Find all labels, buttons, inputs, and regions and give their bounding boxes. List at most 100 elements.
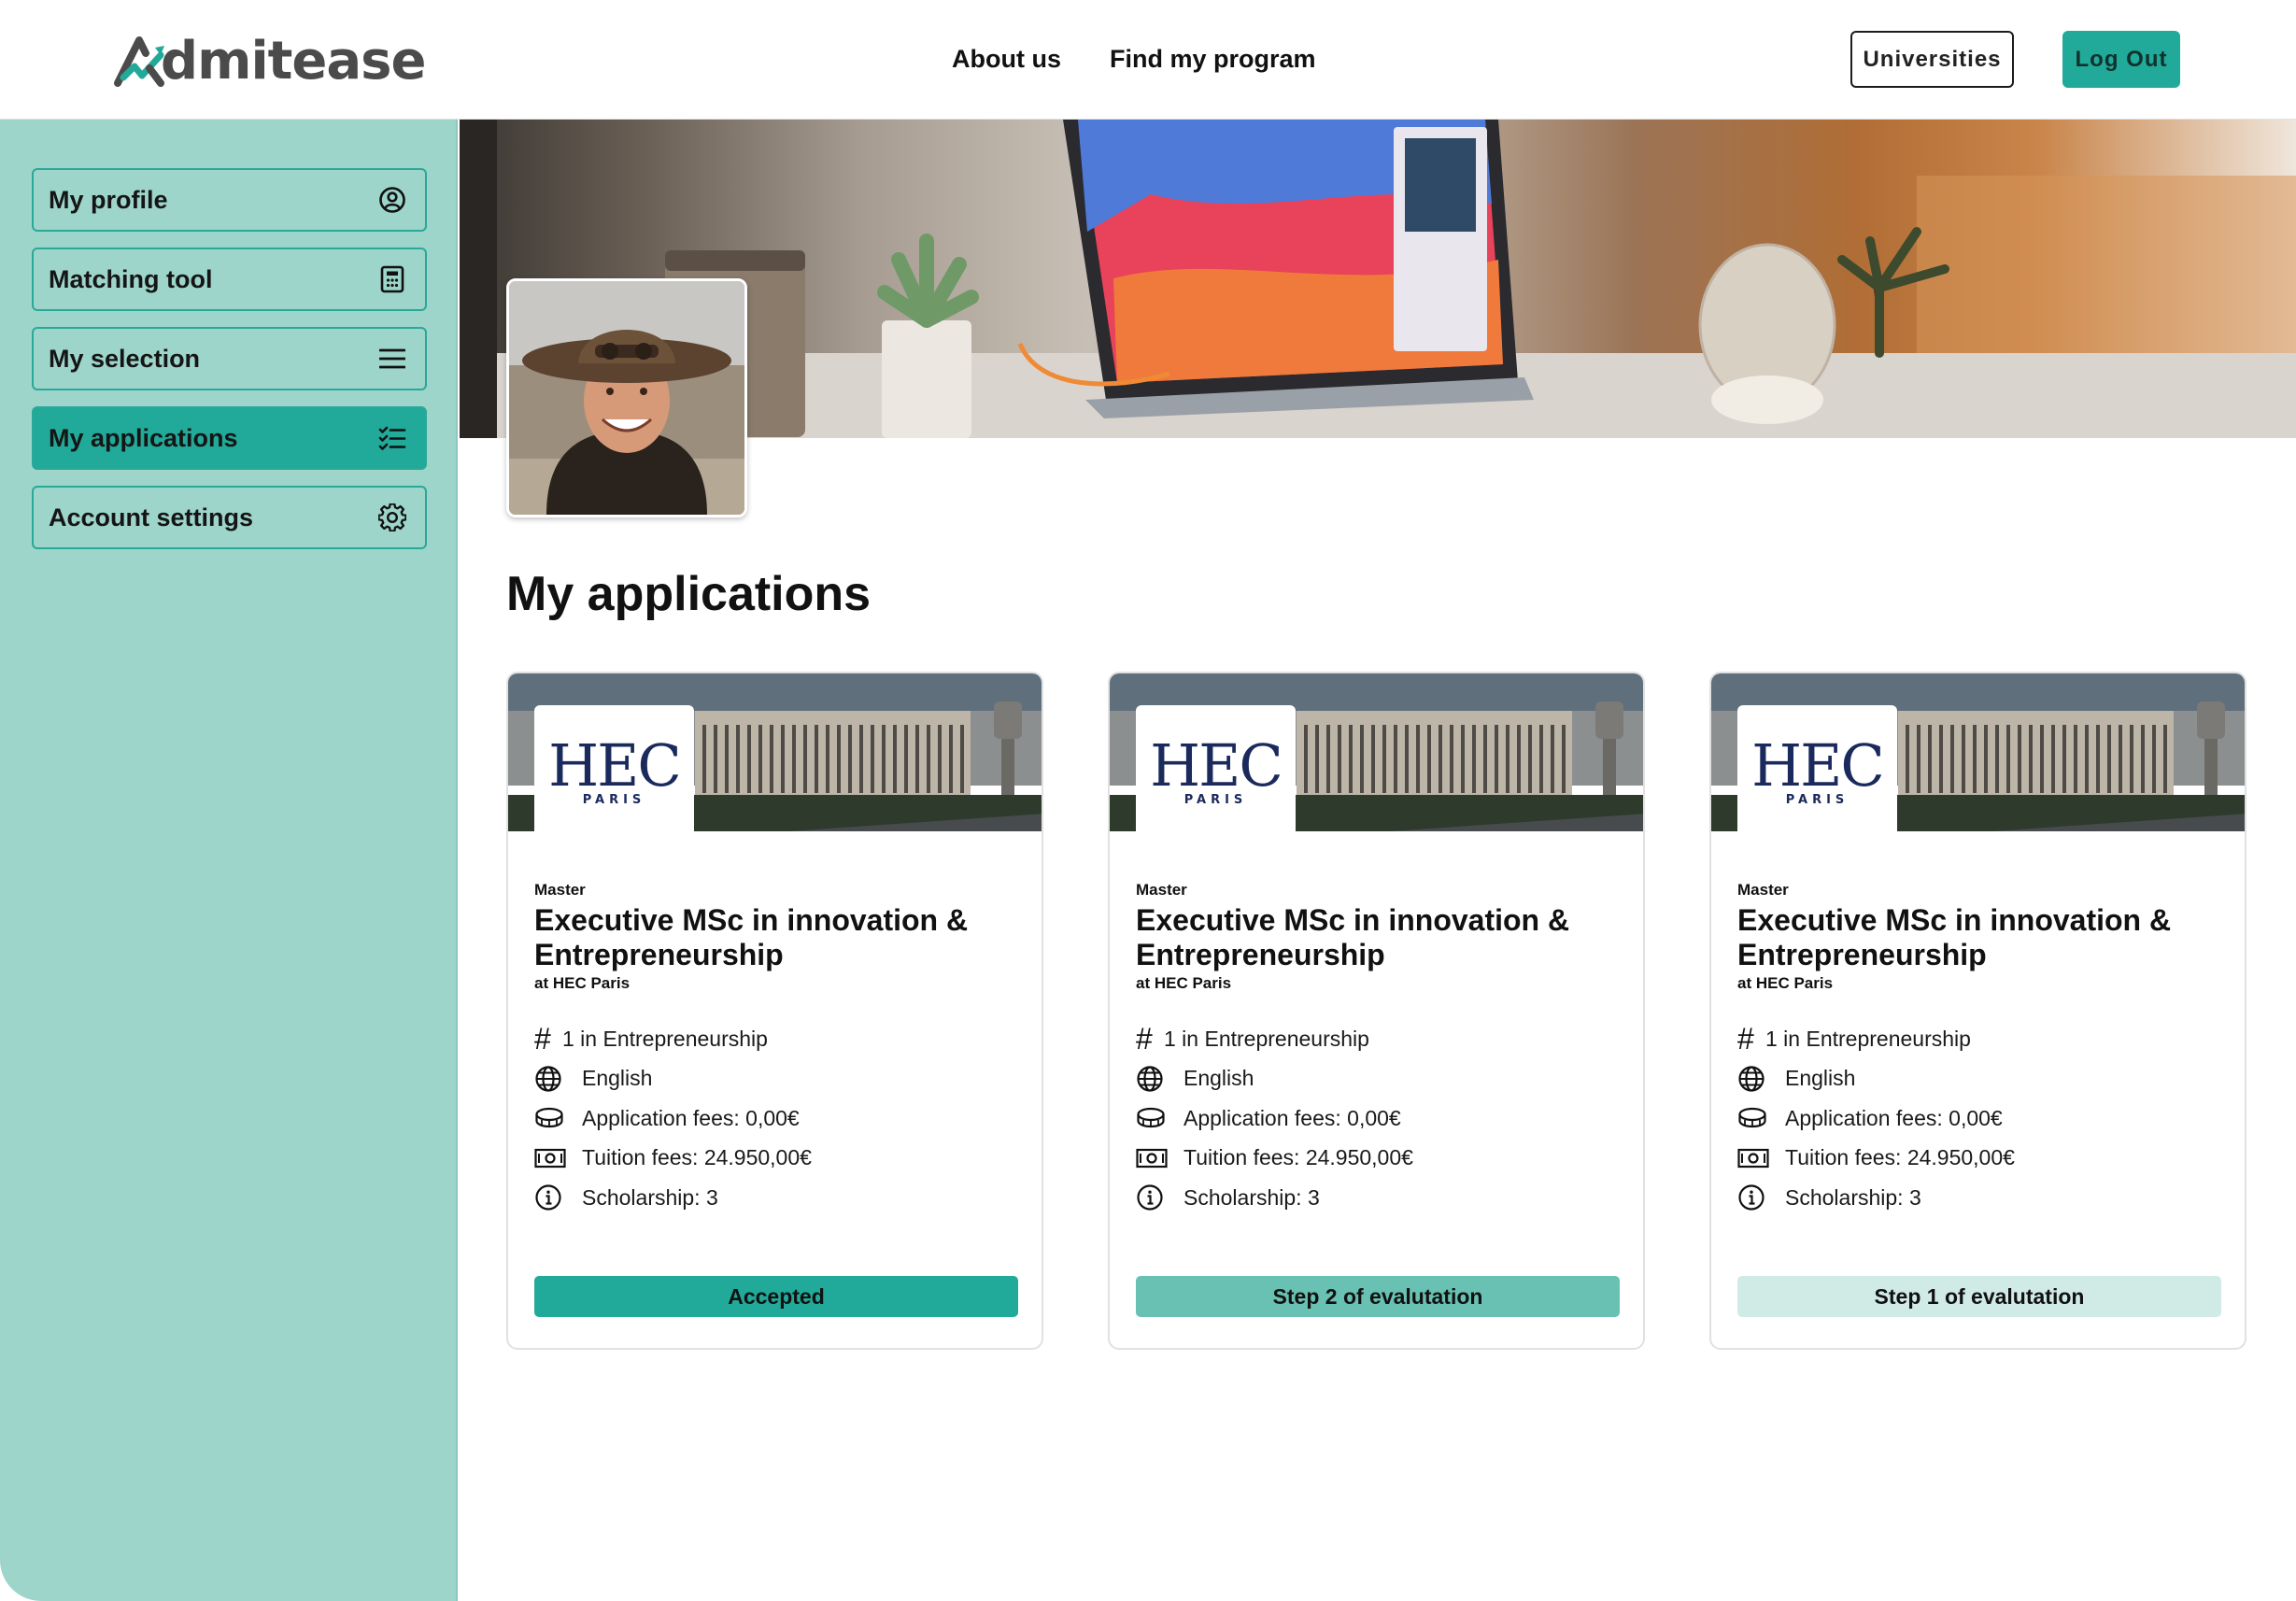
fact-ranking: # 1 in Entrepreneurship <box>1136 1019 1619 1059</box>
gear-icon <box>376 502 408 533</box>
globe-icon <box>534 1063 566 1095</box>
sidebar-item-my-applications[interactable]: My applications <box>32 406 427 470</box>
globe-icon <box>1737 1063 1769 1095</box>
ranking-text: 1 in Entrepreneurship <box>562 1026 768 1051</box>
program-title: Executive MSc in innovation & Entreprene… <box>1136 903 1570 971</box>
profile-photo <box>509 281 744 515</box>
application-fees-text: Application fees: 0,00€ <box>1183 1105 1401 1130</box>
profile-avatar[interactable] <box>506 278 747 517</box>
sidebar-item-label: My applications <box>49 423 238 452</box>
application-status-badge: Step 1 of evalutation <box>1737 1276 2221 1317</box>
main-nav: About us Find my program <box>952 45 1316 74</box>
program-facts: # 1 in Entrepreneurship English Applicat… <box>1136 1019 1619 1218</box>
banknote-icon <box>1136 1142 1168 1174</box>
checklist-icon <box>376 422 408 454</box>
degree-type: Master <box>534 881 586 899</box>
hec-logo-text: HEC <box>548 731 682 800</box>
page-title: My applications <box>506 567 872 621</box>
sidebar-item-my-selection[interactable]: My selection <box>32 327 427 390</box>
program-title: Executive MSc in innovation & Entreprene… <box>1737 903 2172 971</box>
hashtag-icon: # <box>1737 1021 1754 1056</box>
school-cover-image: HEC PARIS <box>508 673 1042 831</box>
hashtag-icon: # <box>1136 1021 1153 1056</box>
degree-type: Master <box>1737 881 1789 899</box>
coins-icon <box>534 1102 566 1134</box>
fact-ranking: # 1 in Entrepreneurship <box>1737 1019 2220 1059</box>
ranking-text: 1 in Entrepreneurship <box>1765 1026 1971 1051</box>
application-status-badge: Accepted <box>534 1276 1018 1317</box>
fact-tuition-fees: Tuition fees: 24.950,00€ <box>1136 1139 1619 1179</box>
fact-language: English <box>534 1059 1017 1099</box>
application-fees-text: Application fees: 0,00€ <box>582 1105 800 1130</box>
language-text: English <box>582 1066 653 1091</box>
fact-ranking: # 1 in Entrepreneurship <box>534 1019 1017 1059</box>
program-facts: # 1 in Entrepreneurship English Applicat… <box>1737 1019 2220 1218</box>
fact-language: English <box>1136 1059 1619 1099</box>
application-card[interactable]: HEC PARIS Master Executive MSc in innova… <box>1709 672 2246 1350</box>
language-text: English <box>1785 1066 1856 1091</box>
fact-application-fees: Application fees: 0,00€ <box>1737 1098 2220 1139</box>
hec-paris-logo: HEC PARIS <box>1737 705 1897 831</box>
fact-scholarship: Scholarship: 3 <box>1737 1178 2220 1218</box>
nav-link-about-us[interactable]: About us <box>952 45 1061 74</box>
scholarship-text: Scholarship: 3 <box>1183 1184 1320 1210</box>
info-icon <box>1136 1182 1168 1213</box>
school-cover-image: HEC PARIS <box>1711 673 2245 831</box>
scholarship-text: Scholarship: 3 <box>582 1184 718 1210</box>
hec-paris-logo: HEC PARIS <box>1136 705 1296 831</box>
sidebar-item-my-profile[interactable]: My profile <box>32 168 427 232</box>
fact-scholarship: Scholarship: 3 <box>534 1178 1017 1218</box>
school-cover-image: HEC PARIS <box>1110 673 1643 831</box>
nav-link-find-my-program[interactable]: Find my program <box>1110 45 1316 74</box>
info-icon <box>534 1182 566 1213</box>
school-name: at HEC Paris <box>1136 974 1232 992</box>
sidebar-item-account-settings[interactable]: Account settings <box>32 486 427 549</box>
sidebar-item-matching-tool[interactable]: Matching tool <box>32 248 427 311</box>
hashtag-icon: # <box>534 1021 551 1056</box>
application-card[interactable]: HEC PARIS Master Executive MSc in innova… <box>1108 672 1645 1350</box>
tuition-fees-text: Tuition fees: 24.950,00€ <box>582 1145 812 1170</box>
program-title: Executive MSc in innovation & Entreprene… <box>534 903 969 971</box>
info-icon <box>1737 1182 1769 1213</box>
program-facts: # 1 in Entrepreneurship English Applicat… <box>534 1019 1017 1218</box>
sidebar-item-label: Account settings <box>49 503 254 531</box>
fact-language: English <box>1737 1059 2220 1099</box>
fact-application-fees: Application fees: 0,00€ <box>534 1098 1017 1139</box>
language-text: English <box>1183 1066 1254 1091</box>
logo-wordmark: dmitease <box>161 30 426 92</box>
school-name: at HEC Paris <box>1737 974 1834 992</box>
tuition-fees-text: Tuition fees: 24.950,00€ <box>1785 1145 2015 1170</box>
coins-icon <box>1136 1102 1168 1134</box>
top-navbar: dmitease About us Find my program Univer… <box>0 0 2296 120</box>
menu-lines-icon <box>376 343 408 375</box>
degree-type: Master <box>1136 881 1187 899</box>
admitease-logo[interactable]: dmitease <box>114 28 426 93</box>
fact-tuition-fees: Tuition fees: 24.950,00€ <box>534 1139 1017 1179</box>
hec-paris-logo: HEC PARIS <box>534 705 694 831</box>
admitease-logo-mark-icon <box>114 36 164 87</box>
school-name: at HEC Paris <box>534 974 631 992</box>
banknote-icon <box>534 1142 566 1174</box>
ranking-text: 1 in Entrepreneurship <box>1164 1026 1369 1051</box>
fact-application-fees: Application fees: 0,00€ <box>1136 1098 1619 1139</box>
log-out-button[interactable]: Log Out <box>2062 31 2180 88</box>
fact-tuition-fees: Tuition fees: 24.950,00€ <box>1737 1139 2220 1179</box>
tuition-fees-text: Tuition fees: 24.950,00€ <box>1183 1145 1413 1170</box>
application-card[interactable]: HEC PARIS Master Executive MSc in innova… <box>506 672 1043 1350</box>
sidebar-item-label: Matching tool <box>49 264 213 293</box>
fact-scholarship: Scholarship: 3 <box>1136 1178 1619 1218</box>
globe-icon <box>1136 1063 1168 1095</box>
sidebar-item-label: My selection <box>49 344 201 373</box>
coins-icon <box>1737 1102 1769 1134</box>
banknote-icon <box>1737 1142 1769 1174</box>
calculator-icon <box>376 263 408 295</box>
scholarship-text: Scholarship: 3 <box>1785 1184 1921 1210</box>
user-circle-icon <box>376 184 408 216</box>
sidebar-item-label: My profile <box>49 185 168 214</box>
universities-button[interactable]: Universities <box>1850 31 2014 88</box>
application-status-badge: Step 2 of evalutation <box>1136 1276 1620 1317</box>
application-fees-text: Application fees: 0,00€ <box>1785 1105 2003 1130</box>
sidebar: My profile Matching tool My selection My… <box>0 120 458 1601</box>
hec-logo-text: HEC <box>1150 731 1283 800</box>
hec-logo-text: HEC <box>1751 731 1885 800</box>
